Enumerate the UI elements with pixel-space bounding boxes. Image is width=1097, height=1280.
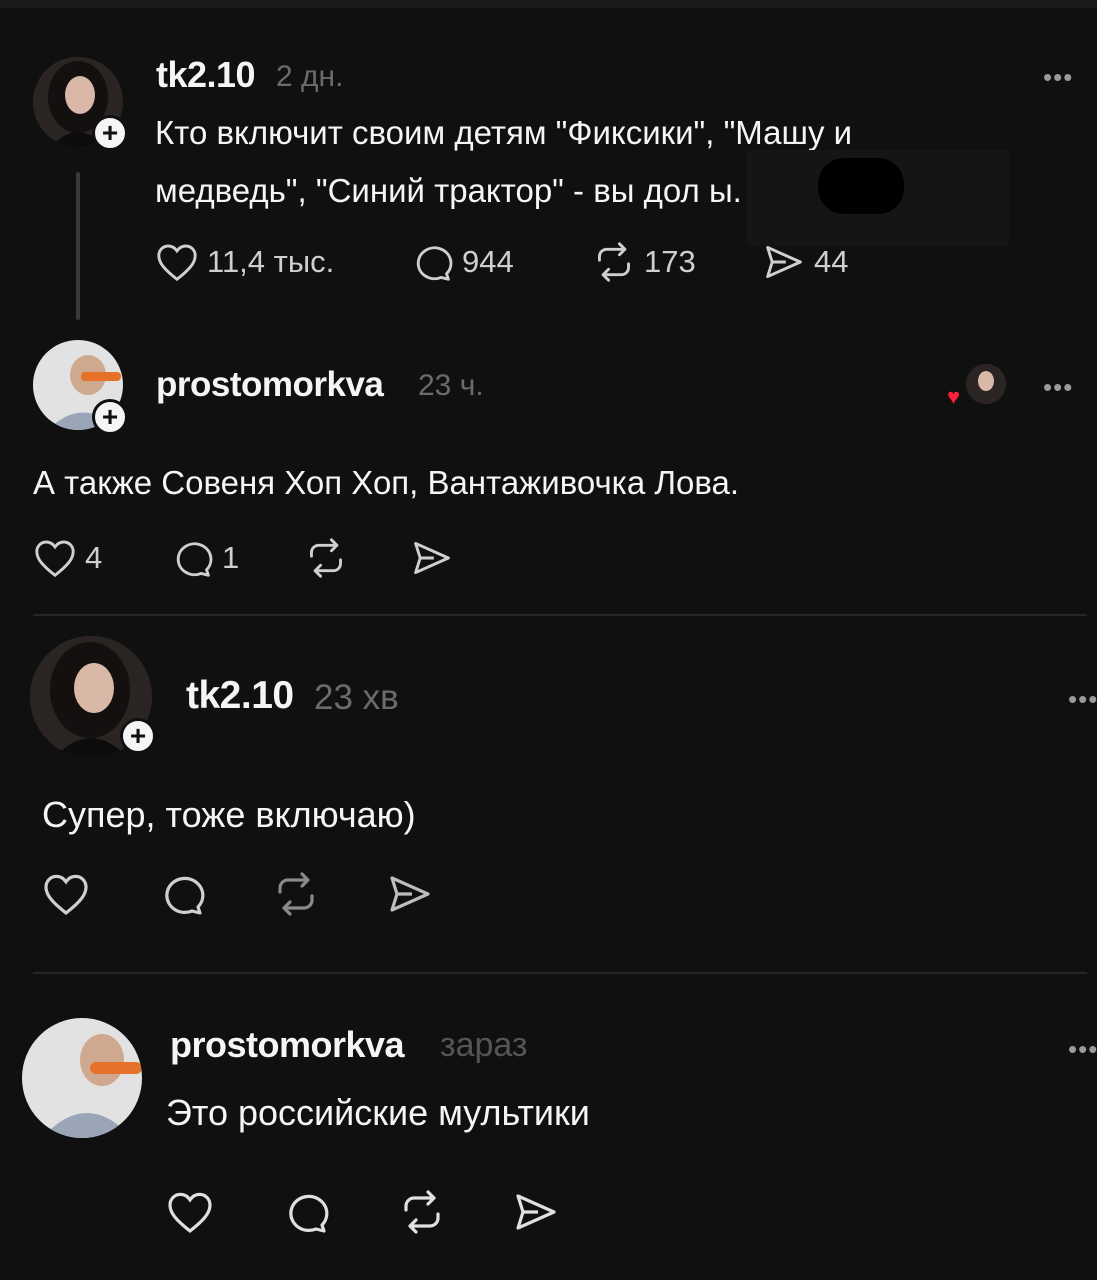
share-button[interactable] (386, 872, 434, 916)
reply-button[interactable]: 944 (410, 242, 514, 282)
repost-icon (404, 1190, 440, 1234)
redaction-blob (818, 158, 904, 214)
reply-count: 1 (222, 540, 240, 575)
share-button[interactable]: 44 (762, 242, 848, 282)
more-options-icon[interactable]: ••• (1043, 62, 1073, 93)
comment-icon (289, 1194, 329, 1233)
like-button[interactable] (42, 872, 90, 916)
repost-button[interactable] (272, 872, 320, 916)
more-options-icon[interactable]: ••• (1068, 1034, 1097, 1065)
more-options-icon[interactable]: ••• (1068, 684, 1097, 715)
repost-button[interactable] (398, 1190, 446, 1234)
comment-time: 23 хв (314, 678, 399, 717)
heart-icon (168, 1192, 212, 1234)
divider (33, 972, 1087, 974)
comment-username[interactable]: prostomorkva (156, 365, 384, 405)
avatar-prostomorkva[interactable] (22, 1018, 142, 1138)
like-button[interactable]: 11,4 тыс. (155, 242, 334, 282)
post-time: 2 дн. (276, 60, 344, 93)
comment-icon (416, 246, 453, 281)
more-options-icon[interactable]: ••• (1043, 372, 1073, 403)
share-button[interactable] (512, 1190, 560, 1234)
follow-plus-icon[interactable]: + (120, 718, 156, 754)
follow-plus-icon[interactable]: + (92, 115, 128, 151)
divider (33, 614, 1087, 616)
repost-count: 173 (644, 244, 696, 279)
repost-icon (278, 872, 314, 916)
reply-button[interactable] (282, 1190, 330, 1234)
share-icon (414, 542, 450, 574)
thread-line (76, 172, 80, 320)
share-count: 44 (814, 244, 849, 279)
share-button[interactable] (410, 538, 454, 578)
share-icon (516, 1194, 556, 1230)
follow-plus-icon[interactable]: + (92, 399, 128, 435)
repost-icon (310, 538, 342, 578)
avatar-photo-icon (22, 1018, 142, 1138)
liked-heart-icon: ♥ (947, 384, 961, 409)
comment-time: зараз (440, 1026, 528, 1064)
like-count: 11,4 тыс. (207, 244, 335, 279)
reply-count: 944 (462, 244, 514, 279)
comment-text: Супер, тоже включаю) (42, 794, 416, 835)
like-count: 4 (85, 540, 103, 575)
heart-icon (44, 874, 88, 916)
comment-username[interactable]: tk2.10 (186, 674, 294, 718)
heart-icon (35, 540, 75, 578)
reply-button[interactable] (158, 872, 206, 916)
comment-username[interactable]: prostomorkva (170, 1024, 405, 1066)
comment-text: А также Совеня Хоп Хоп, Вантаживочка Лов… (33, 464, 740, 501)
reply-button[interactable]: 1 (170, 538, 239, 578)
like-button[interactable]: 4 (33, 538, 102, 578)
repost-icon (597, 242, 630, 282)
like-button[interactable] (166, 1190, 214, 1234)
share-icon (766, 246, 802, 278)
heart-icon (157, 244, 197, 282)
liked-by-author-avatar (966, 364, 1006, 404)
repost-button[interactable]: 173 (592, 242, 696, 282)
comment-text: Это российские мультики (166, 1092, 590, 1133)
comment-time: 23 ч. (418, 369, 484, 402)
top-status-strip (0, 0, 1097, 8)
post-username[interactable]: tk2.10 (156, 54, 256, 96)
comment-icon (176, 542, 213, 577)
repost-button[interactable] (304, 538, 348, 578)
comment-icon (165, 876, 205, 915)
share-icon (390, 876, 430, 912)
